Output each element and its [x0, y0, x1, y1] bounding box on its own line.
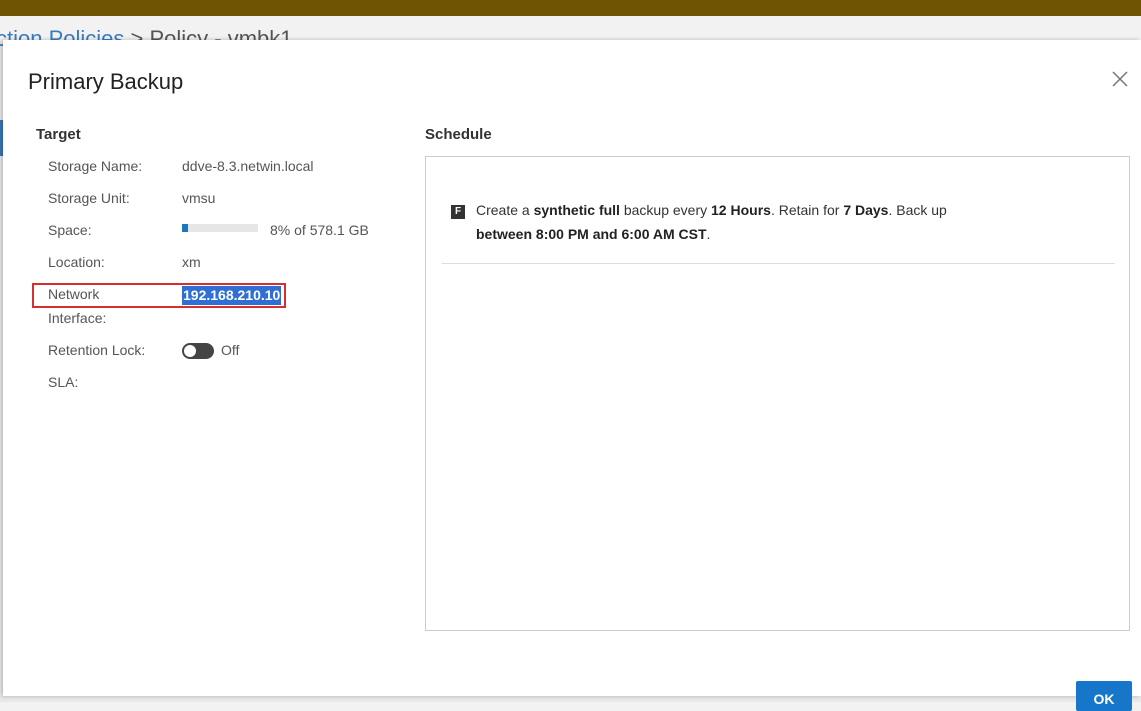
dialog-title: Primary Backup [28, 69, 184, 94]
sla-label: SLA: [48, 374, 79, 390]
storage-unit-value: vmsu [182, 190, 216, 206]
space-usage-text: 8% of 578.1 GB [270, 222, 369, 238]
ok-button[interactable]: OK [1076, 681, 1132, 711]
schedule-description: Create a synthetic full backup every 12 … [476, 202, 947, 242]
schedule-divider [442, 263, 1115, 264]
storage-name-label: Storage Name: [48, 158, 143, 174]
schedule-heading: Schedule [425, 126, 492, 143]
storage-unit-label: Storage Unit: [48, 190, 130, 206]
target-heading: Target [36, 126, 81, 143]
network-interface-label-line1: Network [48, 286, 100, 302]
close-icon[interactable] [1111, 70, 1129, 88]
space-usage-bar [182, 224, 258, 232]
schedule-panel: F Create a synthetic full backup every 1… [425, 156, 1130, 631]
space-label: Space: [48, 222, 92, 238]
location-label: Location: [48, 254, 105, 270]
retention-lock-label: Retention Lock: [48, 342, 146, 358]
storage-name-value: ddve-8.3.netwin.local [182, 158, 314, 174]
space-usage-fill [182, 224, 189, 232]
background-footer [0, 696, 1141, 702]
primary-backup-dialog: Primary Backup Target Storage Name: ddve… [3, 40, 1141, 711]
location-value: xm [182, 254, 201, 270]
toggle-knob [184, 345, 196, 357]
network-interface-label-line2: Interface: [48, 310, 107, 326]
full-backup-badge: F [451, 205, 465, 219]
network-interface-value[interactable]: 192.168.210.10 [182, 286, 282, 305]
retention-lock-state: Off [221, 342, 240, 358]
retention-lock-toggle[interactable] [182, 343, 214, 359]
top-banner [0, 0, 1141, 16]
